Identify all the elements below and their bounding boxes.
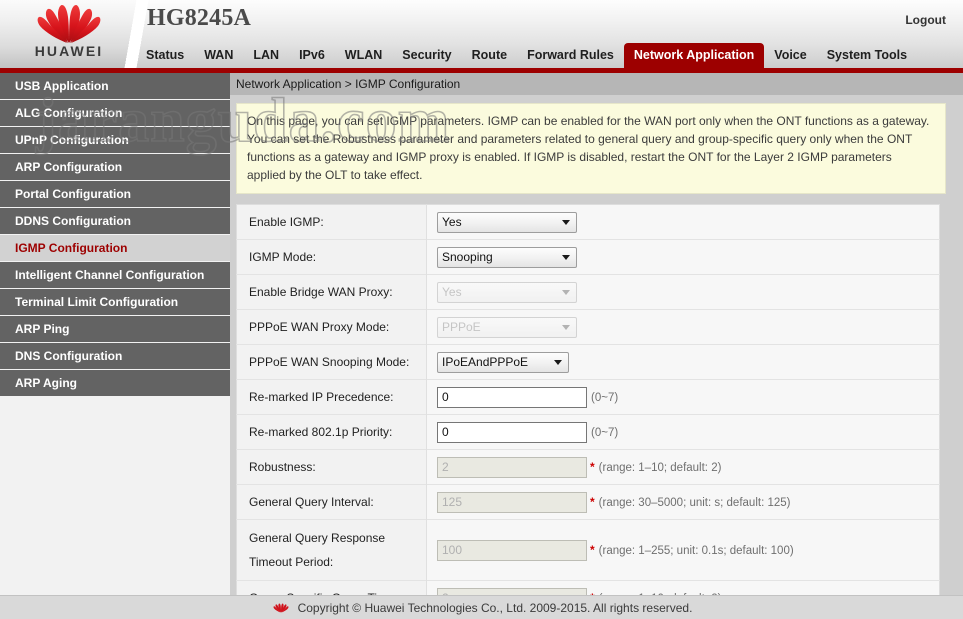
nav-item-network-application[interactable]: Network Application: [623, 43, 765, 68]
sidebar-item-usb-application[interactable]: USB Application: [0, 73, 230, 99]
field-cell: SnoopingProxy: [427, 240, 940, 275]
field-cell: (0~7): [427, 415, 940, 450]
igmp-mode-select-wrap: SnoopingProxy: [437, 246, 577, 268]
pppoe-wan-snooping-mode-select[interactable]: IPoEAndPPPoEPPPoEIPoE: [437, 351, 569, 373]
page-header: HUAWEI HG8245A Logout Status WAN LAN IPv6 WL…: [0, 0, 963, 72]
device-title: HG8245A: [147, 5, 252, 31]
form-row: General Query Interval:*(range: 30–5000;…: [236, 484, 940, 520]
sidebar: USB Application ALG Configuration UPnP Con…: [0, 73, 230, 619]
nav-item-wlan[interactable]: WLAN: [335, 43, 393, 68]
form-row: Re-marked 802.1p Priority: (0~7): [236, 414, 940, 450]
field-cell: IPoEAndPPPoEPPPoEIPoE: [427, 345, 940, 380]
field-label: IGMP Mode:: [236, 239, 427, 275]
field-cell: YesNo: [427, 205, 940, 240]
logout-button[interactable]: Logout: [905, 13, 946, 27]
sidebar-item-alg-configuration[interactable]: ALG Configuration: [0, 100, 230, 126]
pppoe-wan-proxy-mode-select-wrap: PPPoEIPoEIPoEAndPPPoE: [437, 316, 577, 338]
info-box: On this page, you can set IGMP parameter…: [236, 103, 946, 194]
form-row: Enable IGMP: YesNo: [236, 204, 940, 240]
field-label: General Query Response Timeout Period:: [236, 519, 427, 581]
field-cell: PPPoEIPoEIPoEAndPPPoE: [427, 310, 940, 345]
field-label: Re-marked 802.1p Priority:: [236, 414, 427, 450]
form-row: PPPoE WAN Snooping Mode: IPoEAndPPPoEPPPo…: [236, 344, 940, 380]
form-row: Re-marked IP Precedence: (0~7): [236, 379, 940, 415]
main-content: Network Application > IGMP Configuration…: [230, 73, 963, 619]
field-label: Robustness:: [236, 449, 427, 485]
field-cell: *(range: 1–10; default: 2): [427, 450, 940, 485]
nav-item-status[interactable]: Status: [136, 43, 194, 68]
enable-igmp-select-wrap: YesNo: [437, 211, 577, 233]
sidebar-item-arp-configuration[interactable]: ARP Configuration: [0, 154, 230, 180]
form-row: Enable Bridge WAN Proxy: YesNo: [236, 274, 940, 310]
nav-item-system-tools[interactable]: System Tools: [817, 43, 917, 68]
field-cell: *(range: 30–5000; unit: s; default: 125): [427, 485, 940, 520]
field-hint: (range: 1–10; default: 2): [598, 462, 722, 474]
required-marker: *: [590, 460, 595, 474]
re-marked-802-1p-priority-input[interactable]: [437, 421, 587, 443]
sidebar-item-intelligent-channel-configuration[interactable]: Intelligent Channel Configuration: [0, 262, 230, 288]
field-cell: YesNo: [427, 275, 940, 310]
form-row: General Query Response Timeout Period:*(…: [236, 519, 940, 581]
field-cell: (0~7): [427, 380, 940, 415]
brand-wordmark: HUAWEI: [34, 43, 104, 59]
field-label: Re-marked IP Precedence:: [236, 379, 427, 415]
field-label: Enable IGMP:: [236, 204, 427, 240]
nav-item-security[interactable]: Security: [392, 43, 461, 68]
general-query-interval-input: [437, 491, 587, 513]
nav-item-route[interactable]: Route: [462, 43, 517, 68]
breadcrumb: Network Application > IGMP Configuration: [230, 73, 963, 95]
form-row: Robustness:*(range: 1–10; default: 2): [236, 449, 940, 485]
field-label: General Query Interval:: [236, 484, 427, 520]
field-hint: (0~7): [591, 427, 619, 439]
required-marker: *: [590, 543, 595, 557]
huawei-footer-icon: [273, 602, 289, 613]
field-hint: (0~7): [591, 392, 619, 404]
enable-igmp-select[interactable]: YesNo: [437, 211, 577, 233]
sidebar-item-igmp-configuration[interactable]: IGMP Configuration: [0, 235, 230, 261]
nav-item-forward-rules[interactable]: Forward Rules: [517, 43, 624, 68]
sidebar-item-ddns-configuration[interactable]: DDNS Configuration: [0, 208, 230, 234]
field-hint: (range: 1–255; unit: 0.1s; default: 100): [598, 545, 794, 557]
sidebar-item-arp-aging[interactable]: ARP Aging: [0, 370, 230, 396]
brand-logo-zone: HUAWEI: [0, 0, 136, 72]
sidebar-item-portal-configuration[interactable]: Portal Configuration: [0, 181, 230, 207]
re-marked-ip-precedence-input[interactable]: [437, 386, 587, 408]
nav-item-ipv6[interactable]: IPv6: [289, 43, 335, 68]
pppoe-wan-proxy-mode-select: PPPoEIPoEIPoEAndPPPoE: [437, 316, 577, 338]
igmp-form-table: Enable IGMP: YesNo IGMP Mode: SnoopingProxy…: [236, 204, 940, 619]
page-root: HUAWEI HG8245A Logout Status WAN LAN IPv6 WL…: [0, 0, 963, 619]
nav-item-lan[interactable]: LAN: [243, 43, 289, 68]
sidebar-item-dns-configuration[interactable]: DNS Configuration: [0, 343, 230, 369]
nav-item-wan[interactable]: WAN: [194, 43, 243, 68]
sidebar-item-upnp-configuration[interactable]: UPnP Configuration: [0, 127, 230, 153]
nav-item-voice[interactable]: Voice: [764, 43, 816, 68]
field-cell: *(range: 1–255; unit: 0.1s; default: 100…: [427, 520, 940, 581]
field-label: PPPoE WAN Snooping Mode:: [236, 344, 427, 380]
enable-bridge-wan-proxy-select-wrap: YesNo: [437, 281, 577, 303]
form-row: PPPoE WAN Proxy Mode: PPPoEIPoEIPoEAndPPP…: [236, 309, 940, 345]
general-query-response-timeout-period-input: [437, 539, 587, 561]
igmp-mode-select[interactable]: SnoopingProxy: [437, 246, 577, 268]
field-label: Enable Bridge WAN Proxy:: [236, 274, 427, 310]
sidebar-item-terminal-limit-configuration[interactable]: Terminal Limit Configuration: [0, 289, 230, 315]
huawei-logo-icon: [37, 5, 101, 44]
enable-bridge-wan-proxy-select: YesNo: [437, 281, 577, 303]
required-marker: *: [590, 495, 595, 509]
sidebar-item-arp-ping[interactable]: ARP Ping: [0, 316, 230, 342]
pppoe-wan-snooping-mode-select-wrap: IPoEAndPPPoEPPPoEIPoE: [437, 351, 569, 373]
field-hint: (range: 30–5000; unit: s; default: 125): [598, 497, 791, 509]
igmp-panel: On this page, you can set IGMP parameter…: [236, 103, 946, 619]
main-nav: Status WAN LAN IPv6 WLAN Security Route Forward…: [136, 43, 917, 68]
form-row: IGMP Mode: SnoopingProxy: [236, 239, 940, 275]
field-label: PPPoE WAN Proxy Mode:: [236, 309, 427, 345]
page-footer: Copyright © Huawei Technologies Co., Ltd…: [0, 595, 963, 619]
copyright-text: Copyright © Huawei Technologies Co., Ltd…: [297, 600, 693, 615]
robustness-input: [437, 456, 587, 478]
